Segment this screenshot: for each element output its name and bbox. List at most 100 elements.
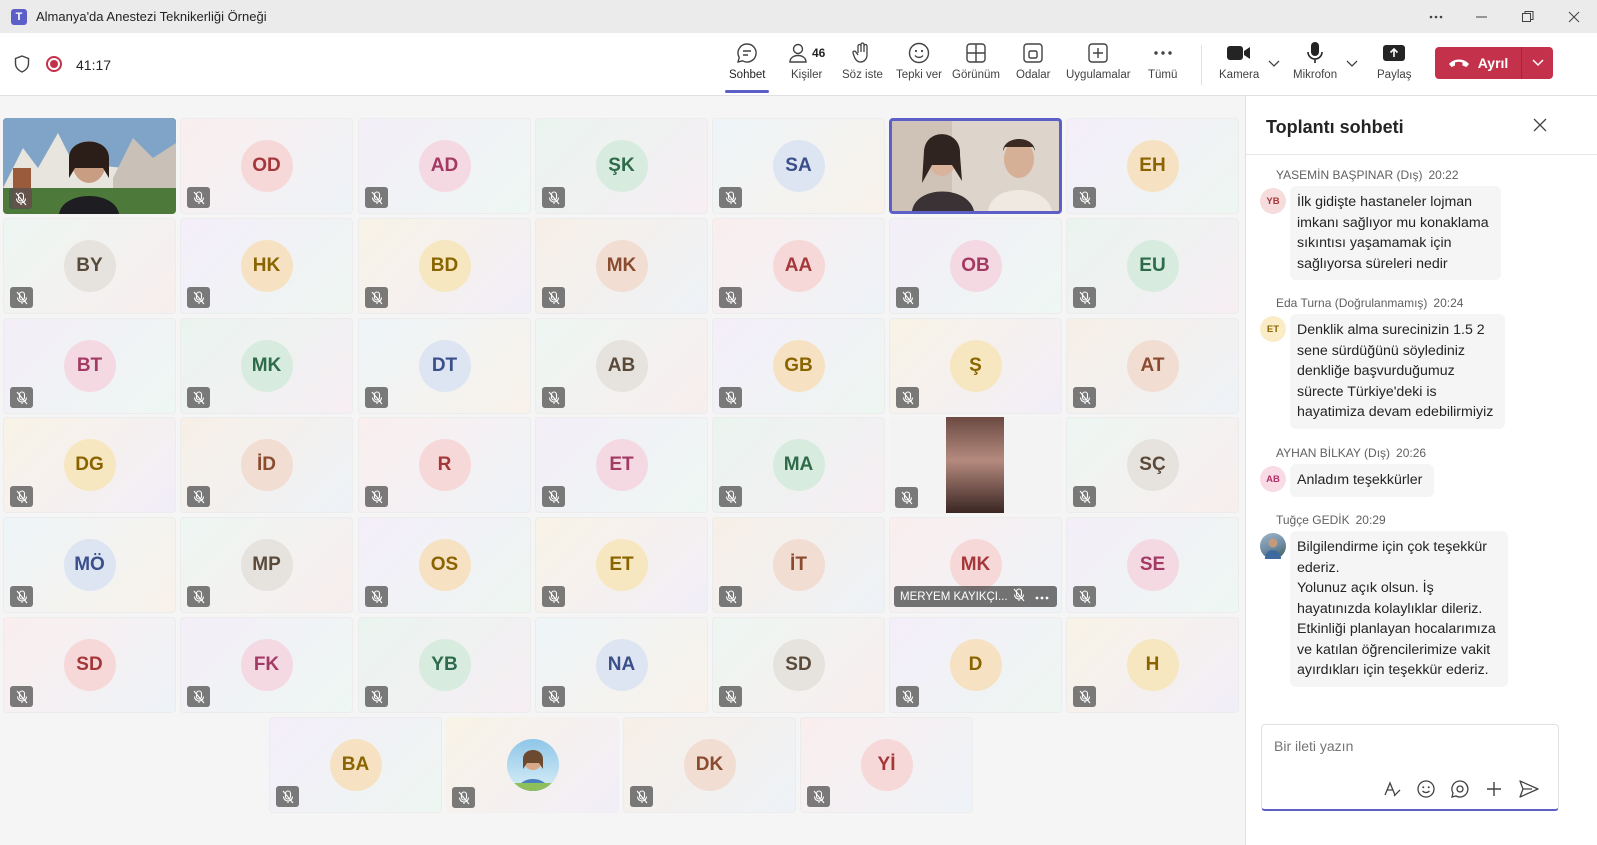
participant-tile[interactable]: NA — [535, 617, 708, 713]
participant-tile[interactable]: DK — [623, 717, 796, 813]
participant-tile[interactable]: MK MERYEM KAYIKÇI... — [889, 517, 1062, 613]
loop-icon[interactable] — [1450, 779, 1470, 804]
participant-tile[interactable]: SD — [3, 617, 176, 713]
participant-tile[interactable]: MÖ — [3, 517, 176, 613]
rooms-button[interactable]: Odalar — [1016, 39, 1051, 89]
participant-tile[interactable]: OS — [358, 517, 531, 613]
participant-tile[interactable]: OD — [180, 118, 353, 214]
participant-tile[interactable]: R — [358, 417, 531, 513]
participant-tile[interactable]: H — [1066, 617, 1239, 713]
participant-tile[interactable]: AD — [358, 118, 531, 214]
participant-tile[interactable]: GB — [712, 318, 885, 414]
participant-tile[interactable]: ŞK — [535, 118, 708, 214]
participant-tile[interactable]: BY — [3, 218, 176, 314]
participant-tile[interactable]: MP — [180, 517, 353, 613]
participant-tile[interactable]: Ş — [889, 318, 1062, 414]
chat-label: Sohbet — [729, 69, 766, 81]
shield-icon[interactable] — [14, 55, 30, 78]
participant-tile[interactable]: MK — [535, 218, 708, 314]
close-icon[interactable] — [1533, 118, 1547, 137]
avatar: SD — [772, 639, 825, 691]
mic-muted-icon — [10, 686, 33, 707]
participant-video-tile[interactable] — [3, 118, 176, 214]
participant-tile[interactable]: Yİ — [800, 717, 973, 813]
send-icon[interactable] — [1518, 779, 1540, 804]
avatar: BT — [63, 340, 116, 392]
chat-message[interactable]: Eda Turna (Doğrulanmamış) 20:24 ET Denkli… — [1260, 296, 1560, 429]
participant-tile[interactable]: BA — [269, 717, 442, 813]
message-input[interactable] — [1272, 737, 1546, 755]
chat-message[interactable]: YASEMİN BAŞPINAR (Dış) 20:22 YB İlk gidiş… — [1260, 168, 1560, 280]
raise-hand-button[interactable]: Söz iste — [842, 39, 883, 89]
leave-button[interactable]: Ayrıl — [1435, 47, 1553, 79]
avatar: BA — [329, 739, 382, 791]
participant-tile[interactable]: D — [889, 617, 1062, 713]
participant-tile[interactable]: SÇ — [1066, 417, 1239, 513]
camera-options-chevron-down-icon[interactable] — [1268, 57, 1280, 71]
participant-tile[interactable]: EU — [1066, 218, 1239, 314]
minimize-icon[interactable] — [1459, 0, 1505, 33]
leave-options-chevron-down-icon[interactable] — [1522, 59, 1553, 67]
active-speaker-video-tile[interactable] — [889, 118, 1062, 214]
participant-tile[interactable]: İD — [180, 417, 353, 513]
participant-tile[interactable]: ET — [535, 417, 708, 513]
participant-tile[interactable]: MK — [180, 318, 353, 414]
more-label: Tümü — [1148, 69, 1178, 81]
attach-plus-icon[interactable] — [1484, 779, 1504, 804]
participant-tile[interactable]: AA — [712, 218, 885, 314]
participant-tile[interactable]: OB — [889, 218, 1062, 314]
participant-tile[interactable]: İT — [712, 517, 885, 613]
avatar: ET — [595, 439, 648, 491]
avatar: MK — [949, 539, 1002, 591]
participant-tile[interactable]: AT — [1066, 318, 1239, 414]
participant-tile[interactable]: SE — [1066, 517, 1239, 613]
message-author: Tuğçe GEDİK — [1276, 513, 1350, 527]
microphone-options-chevron-down-icon[interactable] — [1346, 57, 1358, 71]
participant-tile[interactable]: SA — [712, 118, 885, 214]
camera-button[interactable]: Kamera — [1219, 39, 1259, 89]
apps-button[interactable]: Uygulamalar — [1066, 39, 1131, 89]
mic-muted-icon — [896, 387, 919, 408]
participant-tile[interactable]: BT — [3, 318, 176, 414]
more-button[interactable]: Tümü — [1148, 39, 1177, 89]
participant-tile[interactable]: MA — [712, 417, 885, 513]
view-button[interactable]: Görünüm — [952, 39, 1000, 89]
close-icon[interactable] — [1551, 0, 1597, 33]
message-composer[interactable] — [1261, 724, 1559, 811]
participant-tile[interactable]: BD — [358, 218, 531, 314]
participant-tile[interactable]: SD — [712, 617, 885, 713]
avatar: İD — [240, 439, 293, 491]
chat-button[interactable]: Sohbet — [724, 39, 770, 93]
microphone-button[interactable]: Mikrofon — [1293, 39, 1337, 89]
participant-tile[interactable]: YB — [358, 617, 531, 713]
avatar: HK — [240, 240, 293, 292]
more-icon[interactable] — [1035, 591, 1049, 603]
message-author: AYHAN BİLKAY (Dış) — [1276, 446, 1391, 460]
format-icon[interactable] — [1382, 779, 1402, 804]
mic-muted-icon — [10, 486, 33, 507]
participant-name-bar: MERYEM KAYIKÇI... — [894, 586, 1057, 607]
participant-tile[interactable]: EH — [1066, 118, 1239, 214]
chat-message[interactable]: Tuğçe GEDİK 20:29 Bilgilendirme için çok … — [1260, 513, 1560, 687]
participant-tile[interactable]: ET — [535, 517, 708, 613]
teams-logo-icon: T — [11, 8, 27, 25]
emoji-icon[interactable] — [1416, 779, 1436, 804]
people-button[interactable]: 46 Kişiler — [788, 39, 825, 89]
participant-video-tile[interactable] — [889, 417, 1062, 513]
react-button[interactable]: Tepki ver — [896, 39, 942, 89]
share-button[interactable]: Paylaş — [1377, 39, 1412, 89]
avatar: BD — [418, 240, 471, 292]
more-icon[interactable] — [1413, 0, 1459, 33]
participant-tile[interactable]: DT — [358, 318, 531, 414]
message-time: 20:22 — [1428, 168, 1459, 182]
participant-tile[interactable]: AB — [535, 318, 708, 414]
avatar: AB — [1260, 466, 1286, 492]
avatar: YB — [418, 639, 471, 691]
restore-icon[interactable] — [1505, 0, 1551, 33]
avatar: AA — [772, 240, 825, 292]
participant-tile[interactable]: HK — [180, 218, 353, 314]
participant-tile[interactable]: FK — [180, 617, 353, 713]
participant-tile[interactable]: DG — [3, 417, 176, 513]
participant-tile[interactable] — [446, 717, 619, 813]
chat-message[interactable]: AYHAN BİLKAY (Dış) 20:26 AB Anladım teşek… — [1260, 446, 1560, 497]
